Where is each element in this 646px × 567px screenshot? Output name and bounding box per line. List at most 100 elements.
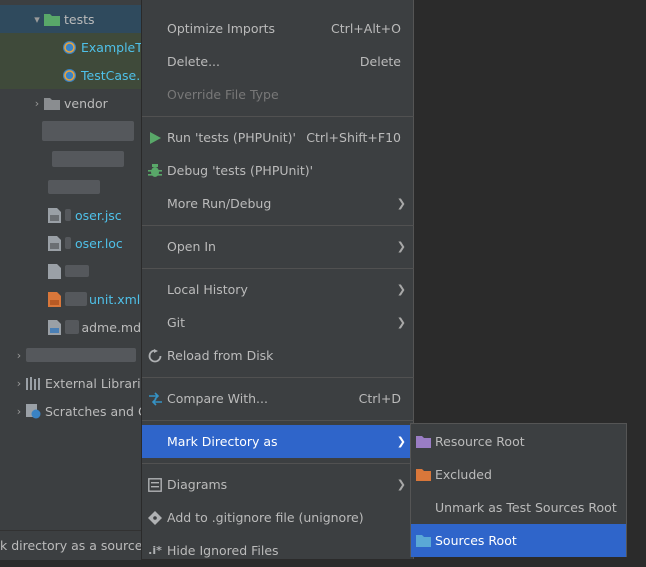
tree-row-redacted: › [0,341,141,369]
tree-row-label: External Librarie [45,375,141,391]
tree-row-vendor[interactable]: › vendor [0,89,141,117]
chevron-right-icon: ❯ [396,316,406,329]
menu-item-reload-from-disk[interactable]: Reload from Disk [142,339,414,372]
chevron-right-icon[interactable]: › [12,377,26,390]
menu-item-debug[interactable]: Debug 'tests (PHPUnit)' [142,154,414,187]
chevron-right-icon: ❯ [396,435,406,448]
chevron-right-icon[interactable]: › [12,405,26,418]
submenu-item-resource-root[interactable]: Resource Root [411,425,626,458]
tree-row-composer-lock[interactable]: oser.loc [0,229,141,257]
tree-row-phpunit-xml[interactable]: unit.xml [0,285,141,313]
menu-item-git[interactable]: Git ❯ [142,306,414,339]
menu-item-diagrams[interactable]: Diagrams ❯ [142,468,414,501]
menu-item-override-file-type: Override File Type [167,87,279,102]
menu-item-run[interactable]: Run 'tests (PHPUnit)' Ctrl+Shift+F10 [142,121,414,154]
reload-icon [147,348,163,364]
menu-item-optimize-imports[interactable]: Optimize Imports Ctrl+Alt+O [142,12,414,45]
submenu-item-sources-root[interactable]: Sources Root [411,524,626,557]
chevron-down-icon[interactable]: ▾ [30,13,44,26]
folder-icon [44,97,60,110]
status-text: k directory as a sources [0,538,141,553]
sources-root-folder-icon [416,534,432,548]
scratches-icon [26,403,41,419]
menu-item-compare-with[interactable]: Compare With... Ctrl+D [142,382,414,415]
tree-row-label: oser.jsc [75,207,122,223]
ignore-file-icon: .i* [148,544,162,557]
tree-row-label: vendor [64,95,108,111]
redacted-block [52,151,124,167]
submenu-item-excluded[interactable]: Excluded [411,458,626,491]
resource-root-folder-icon [416,435,432,449]
diagram-icon [147,477,163,493]
menu-item-delete[interactable]: Delete... Delete [142,45,414,78]
menu-separator [142,463,414,464]
tree-row-tests[interactable]: ▾ tests [0,5,141,33]
tree-row-redacted [0,145,141,173]
chevron-right-icon[interactable]: › [30,97,44,110]
tree-row-label: tests [64,11,95,27]
menu-item-open-in[interactable]: Open In ❯ [142,230,414,263]
status-bar: k directory as a sources [0,530,141,560]
libraries-icon [26,376,41,390]
redacted-block [65,209,71,221]
compare-arrows-icon [147,391,163,407]
menu-item-more-run-debug[interactable]: More Run/Debug ❯ [142,187,414,220]
tree-row-label: Scratches and C [45,403,141,419]
tree-row-test-case[interactable]: TestCase.p [0,61,141,89]
tree-row-scratches[interactable]: › Scratches and C [0,397,141,425]
tree-row-label: adme.md [81,319,141,335]
md-file-icon [48,319,61,335]
chevron-right-icon: ❯ [396,478,406,491]
tree-row-label: ExampleTe [81,39,141,55]
redacted-block [65,320,80,334]
menu-separator [142,420,414,421]
menu-item-local-history[interactable]: Local History ❯ [142,273,414,306]
menu-item-hide-ignored-files[interactable]: .i* Hide Ignored Files [142,534,414,567]
chevron-right-icon: ❯ [396,197,406,210]
tree-row-redacted [0,117,141,145]
mark-directory-submenu: Resource Root Excluded Unmark as Test So… [410,423,627,557]
run-icon [147,130,163,146]
menu-item-add-to-gitignore[interactable]: Add to .gitignore file (unignore) [142,501,414,534]
redacted-block [65,292,87,306]
redacted-block [42,121,134,141]
redacted-block [65,265,89,277]
php-class-icon [62,68,77,83]
menu-separator [142,116,414,117]
tree-row-external-libraries[interactable]: › External Librarie [0,369,141,397]
excluded-folder-icon [416,468,432,482]
tree-row-composer-json[interactable]: oser.jsc [0,201,141,229]
submenu-item-unmark-test-sources[interactable]: Unmark as Test Sources Root [411,491,626,524]
tree-row-readme[interactable]: adme.md [0,313,141,341]
menu-item-mark-directory-as[interactable]: Mark Directory as ❯ [142,425,414,458]
tree-row-redacted [0,257,141,285]
chevron-right-icon: ❯ [396,283,406,296]
git-diamond-icon [147,510,163,526]
tree-row-example-test[interactable]: ExampleTe [0,33,141,61]
debug-bug-icon [147,163,163,179]
xml-file-icon [48,291,61,307]
folder-icon [44,13,60,26]
json-file-icon [48,235,61,251]
redacted-block [48,180,100,194]
tree-row-label: unit.xml [89,291,141,307]
context-menu: Optimize Imports Ctrl+Alt+O Delete... De… [141,0,414,559]
menu-separator [142,268,414,269]
php-class-icon [62,40,77,55]
file-icon [48,263,61,279]
menu-separator [142,225,414,226]
redacted-block [65,237,71,249]
tree-row-redacted [0,173,141,201]
shortcut-label: Ctrl+D [358,391,401,406]
chevron-right-icon: ❯ [396,240,406,253]
project-tree: ▾ tests ExampleTe TestCase.p › vendor [0,0,141,530]
shortcut-label: Ctrl+Alt+O [331,21,401,36]
shortcut-label: Ctrl+Shift+F10 [306,130,401,145]
menu-separator [142,377,414,378]
shortcut-label: Delete [359,54,401,69]
json-file-icon [48,207,61,223]
tree-row-label: TestCase.p [81,67,141,83]
tree-row-label: oser.loc [75,235,123,251]
redacted-block [26,348,136,362]
chevron-right-icon[interactable]: › [12,349,26,362]
